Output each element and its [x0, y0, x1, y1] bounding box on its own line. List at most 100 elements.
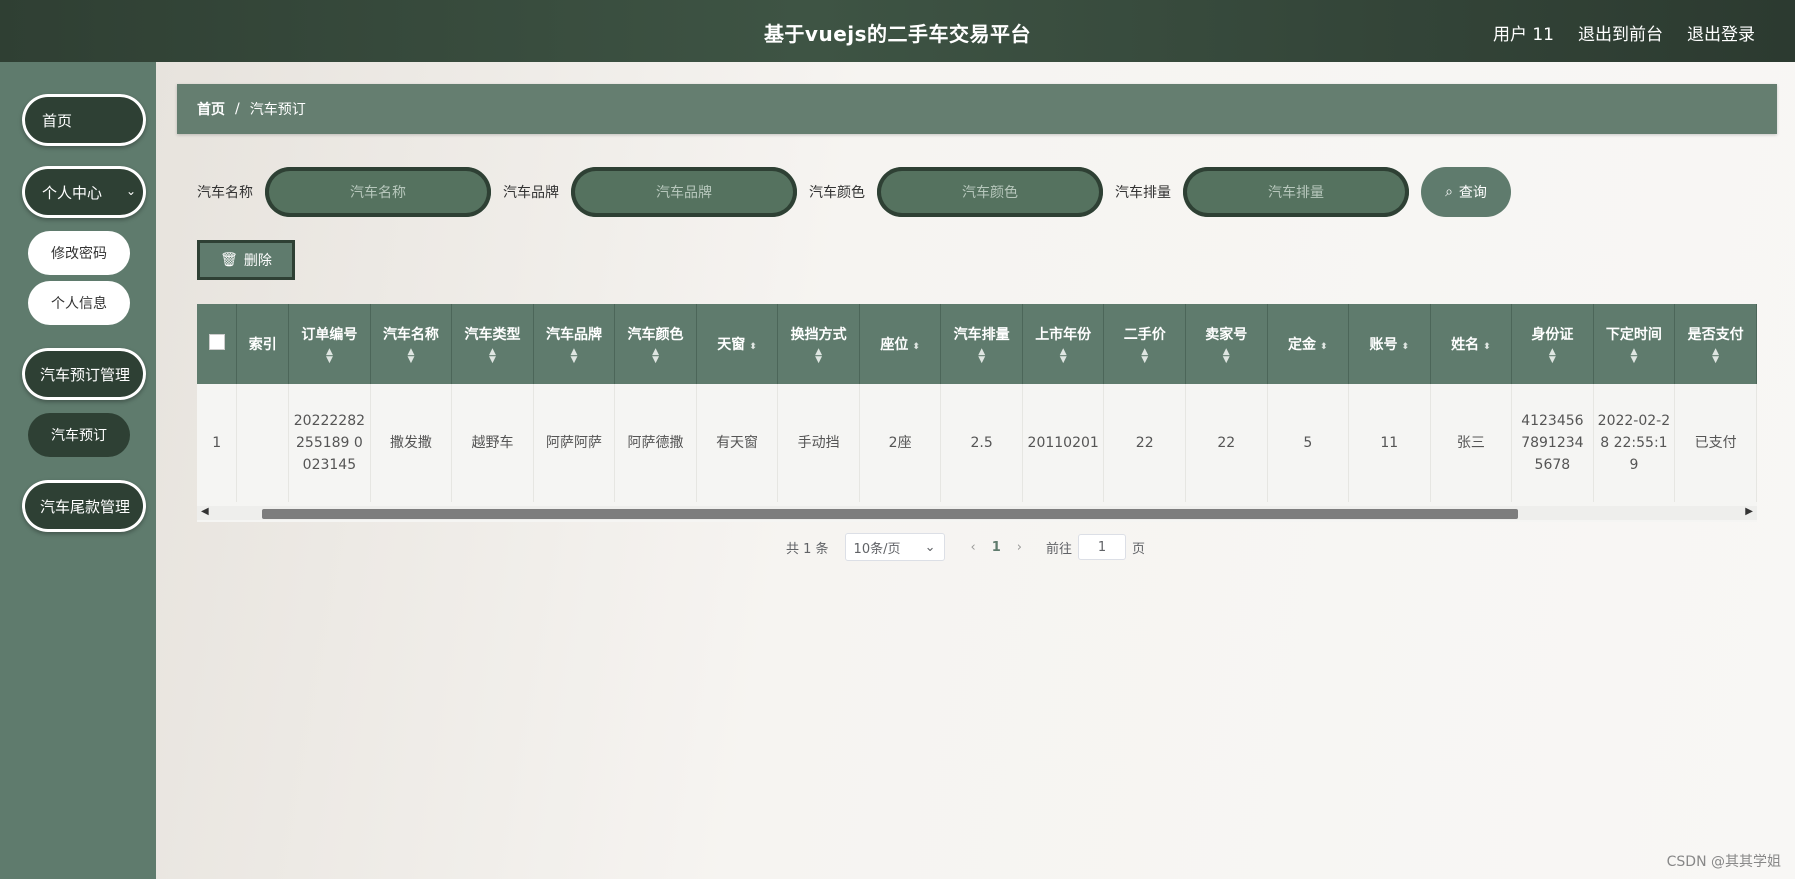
car-name-input[interactable]: 汽车名称 [265, 167, 491, 217]
table-row[interactable]: 1 20222282255189 0023145 撒发撒 越野车 阿萨阿萨 阿萨… [197, 384, 1757, 502]
goto-page-input[interactable]: 1 [1078, 534, 1127, 560]
search-label-displacement: 汽车排量 [1115, 185, 1171, 201]
sort-icon[interactable]: ⬍ [1402, 342, 1410, 352]
column-header[interactable]: 账号 ⬍ [1348, 304, 1431, 384]
column-header[interactable]: 座位 ⬍ [859, 304, 942, 384]
sidebar-item-booking-mgmt[interactable]: 汽车预订管理 [22, 348, 146, 400]
column-header[interactable]: 下定时间 ▲ ▼ [1593, 304, 1676, 384]
column-header[interactable]: 汽车名称 ▲ ▼ [370, 304, 453, 384]
car-brand-input[interactable]: 汽车品牌 [571, 167, 797, 217]
select-all-checkbox[interactable] [197, 304, 238, 384]
goto-label: 前往 [1046, 541, 1073, 557]
column-header[interactable]: 汽车品牌 ▲ ▼ [533, 304, 616, 384]
column-header[interactable]: 是否支付 ▲ ▼ [1674, 304, 1757, 384]
sidebar-subitem-booking[interactable]: 汽车预订 [28, 413, 130, 457]
cell-car-type: 越野车 [451, 384, 534, 502]
sidebar-item-label: 修改密码 [51, 246, 107, 262]
sort-icon[interactable]: ▲ ▼ [1516, 348, 1589, 365]
sidebar-subitem-change-password[interactable]: 修改密码 [28, 231, 130, 275]
column-header[interactable]: 上市年份 ▲ ▼ [1022, 304, 1105, 384]
cell [236, 384, 290, 502]
search-label-name: 汽车名称 [197, 185, 253, 201]
chevron-down-icon: ⌄ [924, 539, 936, 555]
sidebar-item-balance-mgmt[interactable]: 汽车尾款管理 [22, 480, 146, 532]
cell-order-no: 20222282255189 0023145 [288, 384, 371, 502]
column-label: 卖家号 [1205, 327, 1248, 343]
column-header[interactable]: 卖家号 ▲ ▼ [1185, 304, 1268, 384]
column-header[interactable]: 二手价 ▲ ▼ [1103, 304, 1186, 384]
sidebar-item-personal[interactable]: 个人中心 ⌄ [22, 166, 146, 218]
cell-car-name: 撒发撒 [370, 384, 453, 502]
sort-icon[interactable]: ▲ ▼ [782, 348, 855, 365]
breadcrumb-home[interactable]: 首页 [197, 99, 225, 119]
sort-icon[interactable]: ⬍ [749, 342, 757, 352]
sort-icon[interactable]: ▲ ▼ [375, 348, 448, 365]
column-label: 索引 [248, 337, 277, 353]
sort-icon[interactable]: ▲ ▼ [1598, 348, 1671, 365]
column-label: 汽车排量 [953, 327, 1010, 343]
column-header[interactable]: 汽车类型 ▲ ▼ [451, 304, 534, 384]
column-header[interactable]: 定金 ⬍ [1267, 304, 1350, 384]
total-count: 共 1 条 [786, 541, 829, 557]
scrollbar-thumb[interactable] [262, 509, 1518, 519]
sort-icon[interactable]: ⬍ [1320, 342, 1328, 352]
cell-account: 11 [1348, 384, 1431, 502]
top-bar: 基于vuejs的二手车交易平台 用户 11 退出到前台 退出登录 [0, 0, 1795, 62]
sort-icon[interactable]: ▲ ▼ [456, 348, 529, 365]
sidebar-subitem-profile[interactable]: 个人信息 [28, 281, 130, 325]
sort-icon[interactable]: ▲ ▼ [538, 348, 611, 365]
column-header[interactable]: 身份证 ▲ ▼ [1511, 304, 1594, 384]
column-header[interactable]: 姓名 ⬍ [1430, 304, 1513, 384]
current-page[interactable]: 1 [992, 540, 1001, 555]
delete-button-label: 删除 [243, 253, 272, 269]
cell-car-brand: 阿萨阿萨 [533, 384, 616, 502]
cell-paid: 已支付 [1674, 384, 1757, 502]
next-page-icon[interactable]: › [1017, 540, 1022, 555]
sidebar-item-label: 汽车预订管理 [40, 365, 131, 384]
column-label: 订单编号 [301, 327, 358, 343]
cell-order-time: 2022-02-28 22:55:19 [1593, 384, 1676, 502]
sidebar-item-label: 汽车预订 [51, 428, 107, 444]
search-label-brand: 汽车品牌 [503, 185, 559, 201]
column-header[interactable]: 汽车颜色 ▲ ▼ [614, 304, 697, 384]
sort-icon[interactable]: ▲ ▼ [1679, 348, 1752, 365]
sort-icon[interactable]: ▲ ▼ [1108, 348, 1181, 365]
horizontal-scrollbar[interactable]: ◀ ▶ [197, 506, 1757, 520]
breadcrumb-separator: / [235, 101, 240, 117]
breadcrumb-current: 汽车预订 [249, 102, 306, 118]
sort-icon[interactable]: ⬍ [1483, 342, 1491, 352]
column-header[interactable]: 换挡方式 ▲ ▼ [777, 304, 860, 384]
search-label-color: 汽车颜色 [809, 185, 865, 201]
scroll-left-icon[interactable]: ◀ [201, 506, 209, 517]
search-icon: ⌕ [1445, 184, 1453, 200]
cell-displacement: 2.5 [940, 384, 1023, 502]
sidebar-item-home[interactable]: 首页 [22, 94, 146, 146]
sort-icon[interactable]: ⬍ [912, 342, 920, 352]
column-header[interactable]: 汽车排量 ▲ ▼ [940, 304, 1023, 384]
sort-icon[interactable]: ▲ ▼ [293, 348, 366, 365]
car-displacement-input[interactable]: 汽车排量 [1183, 167, 1409, 217]
column-header[interactable]: 天窗 ⬍ [696, 304, 779, 384]
scroll-right-icon[interactable]: ▶ [1745, 506, 1753, 517]
prev-page-icon[interactable]: ‹ [971, 540, 976, 555]
column-label: 下定时间 [1605, 327, 1662, 343]
car-color-input[interactable]: 汽车颜色 [877, 167, 1103, 217]
page-size-select[interactable]: 10条/页 ⌄ [844, 533, 945, 561]
query-button[interactable]: ⌕ 查询 [1421, 167, 1511, 217]
back-to-front-link[interactable]: 退出到前台 [1578, 20, 1663, 45]
column-label: 汽车名称 [382, 327, 439, 343]
row-index: 1 [197, 384, 238, 502]
sort-icon[interactable]: ▲ ▼ [1027, 348, 1100, 365]
sort-icon[interactable]: ▲ ▼ [619, 348, 692, 365]
logout-link[interactable]: 退出登录 [1687, 20, 1755, 45]
delete-button[interactable]: 🗑 删除 [197, 240, 295, 280]
column-label: 汽车品牌 [546, 327, 602, 343]
column-header[interactable]: 订单编号 ▲ ▼ [288, 304, 371, 384]
column-label: 身份证 [1531, 327, 1574, 343]
user-label[interactable]: 用户 11 [1493, 20, 1554, 45]
pagination: 共 1 条 10条/页 ⌄ ‹ 1 › 前往 1 页 [786, 532, 1145, 562]
sort-icon[interactable]: ▲ ▼ [1190, 348, 1263, 365]
sort-icon[interactable]: ▲ ▼ [945, 348, 1018, 365]
column-label: 座位 [880, 337, 909, 353]
chevron-down-icon: ⌄ [125, 184, 136, 198]
